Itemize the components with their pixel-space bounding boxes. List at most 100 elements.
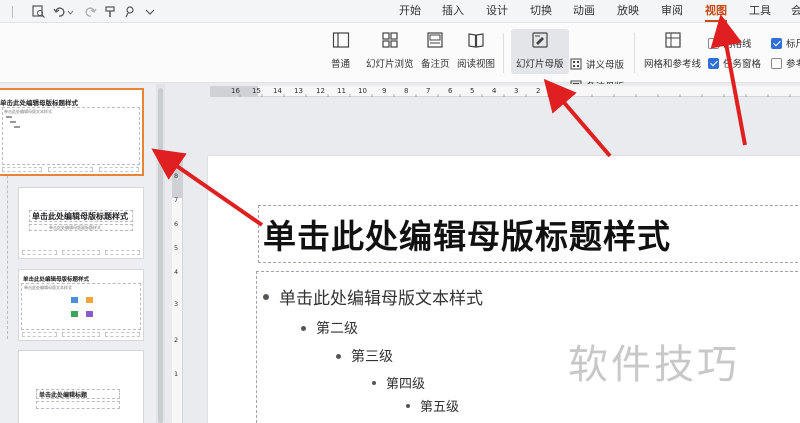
tab-view[interactable]: 视图 (705, 3, 727, 22)
ruler-tick-label: 5 (174, 244, 179, 252)
tab-review[interactable]: 审阅 (661, 3, 683, 19)
text-level-4[interactable]: 第四级 (372, 373, 425, 392)
text-level-1[interactable]: 单击此处编辑母版文本样式 (263, 284, 483, 309)
grid-guides-label: 网格和参考线 (644, 59, 702, 70)
slide-master-label: 幻灯片母版 (516, 59, 564, 70)
bullet-icon (263, 293, 269, 300)
thumbnail-line (6, 116, 12, 118)
grid-guides-button[interactable]: 网格和参考线 (644, 31, 701, 70)
text-level-3-label: 第三级 (351, 349, 393, 365)
thumbnail-subtitle: 单击此处编辑母版副标题样式 (49, 225, 101, 230)
watermark: 软件技巧 (568, 342, 740, 388)
normal-view-label: 普通 (331, 59, 351, 70)
slide-sorter-icon (382, 32, 398, 48)
thumbnail-footer (48, 167, 93, 172)
guides-check-icon (771, 57, 782, 69)
task-pane-checkbox[interactable]: 任务窗格 (708, 56, 761, 70)
text-level-5[interactable]: 第五级 (406, 396, 459, 415)
task-pane-label: 任务窗格 (723, 59, 762, 70)
gridlines-label: 网格线 (723, 39, 752, 50)
ribbon-divider (503, 33, 504, 73)
ruler-check-icon (771, 37, 782, 49)
ruler-tick-label: 1 (174, 370, 179, 378)
thumbnail-footer (105, 332, 140, 337)
text-level-3[interactable]: 第三级 (336, 346, 393, 366)
text-level-1-label: 单击此处编辑母版文本样式 (279, 289, 483, 309)
thumbnail-footer (105, 250, 140, 255)
tab-transitions[interactable]: 切换 (530, 3, 552, 19)
vertical-ruler[interactable]: 8 7 6 5 4 3 2 1 (172, 160, 183, 423)
thumbnail-title: 单击此处编辑标题 (39, 392, 88, 399)
tab-design[interactable]: 设计 (486, 3, 508, 19)
text-level-4-label: 第四级 (386, 377, 426, 392)
thumbnail-scrollbar[interactable] (156, 84, 165, 423)
thumbnail-line (10, 121, 16, 123)
thumbnail-layout-content[interactable]: 单击此处编辑母版标题样式 单击此处编辑母版文本样式 (18, 269, 144, 341)
thumbnail-title: 单击此处编辑母版标题样式 (32, 212, 128, 221)
notes-page-button[interactable]: 备注页 (421, 31, 450, 70)
bullet-icon (406, 403, 410, 408)
gridlines-check-icon (708, 37, 719, 49)
link-icon[interactable] (123, 3, 137, 20)
bullet-icon (301, 325, 306, 331)
thumbnail-body: 单击此处编辑母版文本样式 (24, 285, 72, 290)
slide-master-icon (532, 32, 548, 48)
thumbnail-layout-title[interactable]: 单击此处编辑母版标题样式 单击此处编辑母版副标题样式 (18, 187, 144, 259)
guides-label: 参考 (786, 59, 800, 70)
picture-icon (71, 297, 78, 303)
tab-insert[interactable]: 插入 (442, 3, 464, 19)
text-level-2-label: 第二级 (316, 321, 358, 337)
ruler-tick-label: 6 (174, 220, 179, 228)
divider-icon (6, 3, 20, 20)
slide-sorter-button[interactable]: 幻灯片浏览 (366, 31, 414, 70)
notes-page-icon (427, 32, 443, 48)
normal-view-icon (332, 32, 349, 48)
master-title-text[interactable]: 单击此处编辑母版标题样式 (263, 210, 671, 258)
thumbnail-master[interactable]: 单击此处编辑母版标题样式 单击此处编辑母版文本样式 (0, 88, 144, 176)
text-level-5-label: 第五级 (420, 400, 460, 415)
tab-slideshow[interactable]: 放映 (617, 3, 639, 19)
ruler-tick-label: 2 (174, 336, 179, 344)
guides-checkbox[interactable]: 参考 (771, 56, 800, 70)
print-preview-icon[interactable] (30, 3, 46, 20)
gridlines-checkbox[interactable]: 网格线 (708, 36, 752, 50)
ruler-tick-label: 4 (174, 268, 179, 276)
ribbon-view: 普通 幻灯片浏览 备注页 阅读视图 幻灯片母版 讲义母版 备注母版 网格和参考线… (0, 23, 800, 93)
bullet-icon (336, 353, 341, 359)
handout-master-button[interactable]: 讲义母版 (570, 57, 624, 71)
thumbnail-layout-section[interactable]: 单击此处编辑标题 (18, 350, 144, 423)
slide-master-button[interactable]: 幻灯片母版 (511, 29, 569, 74)
ruler-tick-label: 7 (174, 196, 179, 204)
ruler-tick-label: 8 (174, 172, 179, 180)
thumbnail-footer (62, 332, 100, 337)
thumbnail-text-box (36, 401, 120, 409)
undo-icon[interactable] (52, 3, 74, 20)
horizontal-ruler[interactable]: 16 15 14 13 12 11 10 9 8 7 6 5 4 3 2 1 (210, 86, 800, 97)
slide-sorter-label: 幻灯片浏览 (366, 59, 414, 70)
ruler-tick-label: 3 (174, 300, 179, 308)
thumbnail-title: 单击此处编辑母版标题样式 (0, 99, 78, 107)
chevron-down-icon[interactable] (143, 3, 157, 20)
tab-member[interactable]: 会 (791, 3, 800, 19)
thumbnail-footer (2, 167, 42, 172)
tab-home[interactable]: 开始 (399, 3, 421, 19)
scrollbar-thumb[interactable] (158, 88, 163, 423)
redo-icon[interactable] (84, 3, 98, 20)
handout-master-label: 讲义母版 (586, 60, 625, 71)
chart-icon (86, 297, 93, 303)
format-painter-icon[interactable] (104, 3, 118, 20)
thumbnail-body-box (2, 107, 140, 165)
reading-view-button[interactable]: 阅读视图 (457, 31, 495, 70)
menu-tab-bar: 开始 插入 设计 切换 动画 放映 审阅 视图 工具 会 (0, 0, 800, 23)
text-level-2[interactable]: 第二级 (301, 318, 358, 338)
reading-view-label: 阅读视图 (457, 59, 496, 70)
media-icon (86, 311, 93, 317)
ribbon-divider (634, 33, 635, 73)
task-pane-check-icon (708, 57, 719, 69)
ruler-checkbox[interactable]: 标尺 (771, 36, 800, 50)
thumbnail-line (14, 126, 20, 128)
normal-view-button[interactable]: 普通 (331, 31, 350, 70)
book-icon (468, 33, 484, 48)
tab-animations[interactable]: 动画 (573, 3, 595, 19)
tab-tools[interactable]: 工具 (749, 3, 771, 19)
